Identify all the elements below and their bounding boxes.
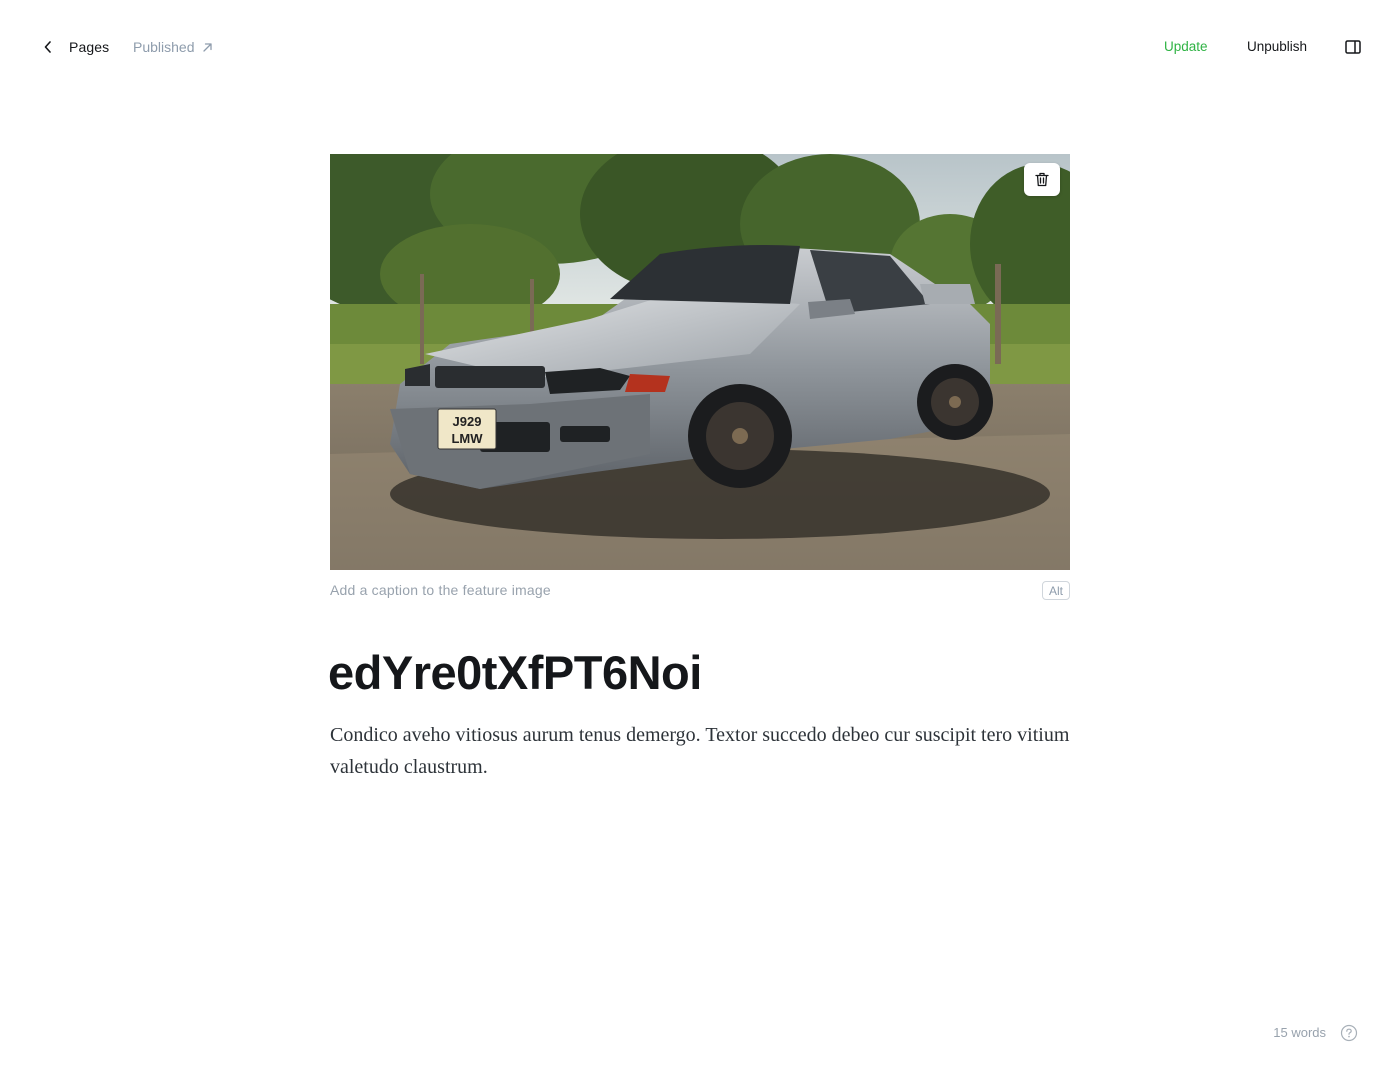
delete-image-button[interactable]	[1024, 163, 1060, 196]
post-title[interactable]: edYre0tXfPT6Noi	[328, 642, 1072, 704]
editor-header: Pages Published Update Unpublish	[0, 0, 1400, 94]
back-to-pages-link[interactable]: Pages	[40, 36, 109, 58]
question-circle-icon[interactable]	[1340, 1024, 1358, 1042]
plate-line-2: LMW	[451, 431, 483, 446]
sidebar-toggle-icon[interactable]	[1340, 36, 1366, 58]
alt-text-button[interactable]: Alt	[1042, 581, 1070, 600]
status-label: Published	[133, 39, 195, 55]
caption-input[interactable]: Add a caption to the feature image	[330, 580, 930, 600]
published-status-link[interactable]: Published	[133, 36, 213, 58]
update-button[interactable]: Update	[1150, 34, 1222, 58]
chevron-left-icon	[40, 39, 56, 55]
plate-line-1: J929	[453, 414, 482, 429]
trash-icon	[1035, 172, 1049, 187]
unpublish-button[interactable]: Unpublish	[1234, 34, 1320, 58]
post-body[interactable]: Condico aveho vitiosus aurum tenus demer…	[330, 719, 1070, 783]
back-link-label: Pages	[69, 39, 110, 55]
arrow-up-right-icon	[202, 42, 213, 53]
feature-image[interactable]: J929 LMW	[330, 154, 1070, 570]
word-count: 15 words	[1273, 1024, 1326, 1040]
